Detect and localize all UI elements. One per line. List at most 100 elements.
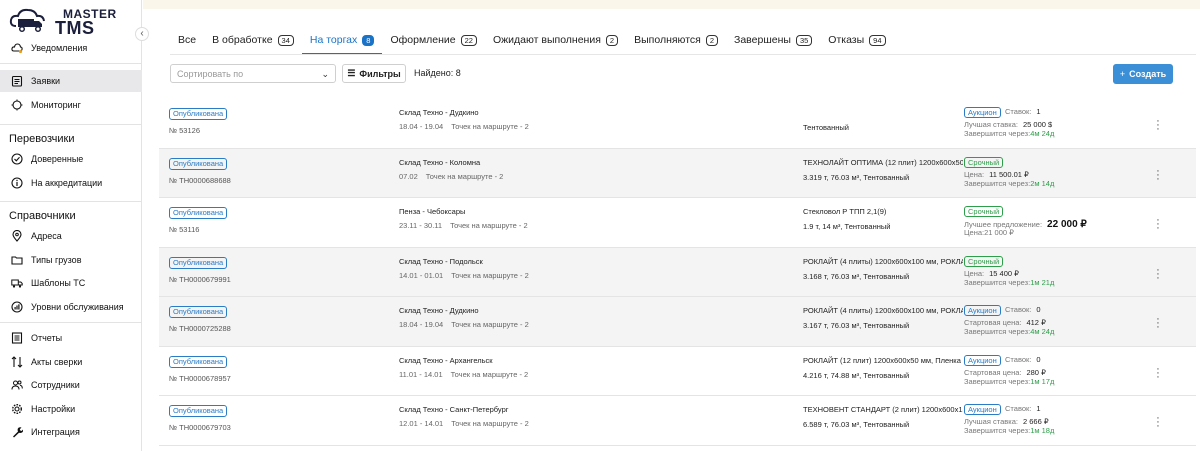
gear-icon [10,403,23,416]
more-vertical-icon[interactable]: · · · [1154,363,1162,382]
sidebar-item-reconciliation[interactable]: Акты сверки [0,351,142,373]
tab-refusals[interactable]: Отказы 94 [820,28,893,52]
price-label: Цена: [964,169,985,179]
truck-icon [10,277,23,290]
tender-type-tag: Аукцион [964,404,1001,415]
sidebar-item-label: Адреса [31,231,62,241]
filter-lines-icon: ☰ [347,68,356,78]
table-row[interactable]: Опубликована № ТН0000679991 Склад Техно - … [159,247,1196,297]
route: Склад Техно - Архангельск [399,355,493,365]
sort-select[interactable]: Сортировать по ⌄ [170,64,336,83]
more-vertical-icon[interactable]: · · · [1154,314,1162,333]
sidebar-item-notifications[interactable]: Уведомления [0,37,142,59]
more-vertical-icon[interactable]: · · · [1154,413,1162,432]
tab-in-progress[interactable]: Выполняются 2 [626,28,726,52]
folder-icon [10,254,23,267]
deadline-value: 1м 21д [1030,277,1055,287]
cargo-details: 4.216 т, 74.88 м³, Тентованный [803,370,910,380]
route-points: Точек на маршруте - 2 [451,320,529,329]
crosshair-icon [10,99,23,112]
tab-all[interactable]: Все [170,28,204,52]
tender-type-tag: Аукцион [964,305,1001,316]
dates: 18.04 - 19.04 [399,122,444,131]
sidebar-item-accreditation[interactable]: На аккредитации [0,172,142,194]
sidebar-item-integration[interactable]: Интеграция [0,421,142,443]
price-line: Стартовая цена: 280 ₽ [964,368,1046,377]
tab-count-badge: 22 [460,34,477,46]
create-button[interactable]: + Создать [1113,64,1173,84]
table-row[interactable]: Опубликована № ТН0000679703 Склад Техно - … [159,396,1196,446]
cloud-bell-icon [10,42,23,55]
sidebar-item-addresses[interactable]: Адреса [0,225,142,247]
price-value: 280 ₽ [1026,367,1046,377]
price-line: Стартовая цена: 412 ₽ [964,318,1046,327]
sidebar-item-vehicle-templates[interactable]: Шаблоны ТС [0,272,142,294]
tab-processing[interactable]: В обработке 34 [204,28,302,52]
table-row[interactable]: Опубликована № 53126 Склад Техно - Дудкино… [159,99,1196,149]
sidebar-item-trusted[interactable]: Доверенные [0,148,142,170]
tab-registration[interactable]: Оформление 22 [382,28,485,52]
deadline-value: 21 000 ₽ [984,228,1014,237]
sidebar-item-label: Шаблоны ТС [31,278,86,288]
price-label: Лучшая ставка: [964,120,1018,129]
dates: 07.02 [399,171,418,181]
tender-type-tag: Аукцион [964,107,1001,118]
requests-list: Опубликована № 53126 Склад Техно - Дудкино… [159,99,1196,446]
dates-block: 14.01 - 01.01 Точек на маршруте - 2 [399,271,529,280]
tab-on-tender[interactable]: На торгах 8 [301,28,383,55]
dates: 18.04 - 19.04 [399,320,444,329]
deadline-line: Завершится через:1м 18д [964,426,1054,435]
request-number: № ТН0000679991 [169,274,231,284]
stakes-value: 1 [1036,107,1041,116]
more-vertical-icon[interactable]: · · · [1154,116,1162,135]
price-value: 2 666 ₽ [1022,417,1049,426]
more-vertical-icon[interactable]: · · · [1154,264,1162,283]
tab-label: Отказы [828,34,865,46]
request-number: № 53126 [169,126,200,135]
sidebar: MASTER TMS ‹ Уведомления Заявки Монитори… [0,0,149,451]
request-number: № ТН0000688688 [169,175,231,185]
sidebar-item-cargo-types[interactable]: Типы грузов [0,249,142,271]
dates: 23.11 - 30.11 [399,221,443,230]
sidebar-item-requests[interactable]: Заявки [0,70,142,92]
sidebar-item-employees[interactable]: Сотрудники [0,374,142,396]
table-row[interactable]: Опубликована № ТН0000725288 Склад Техно - … [159,297,1196,347]
more-vertical-icon[interactable]: · · · [1154,165,1162,184]
sidebar-item-monitoring[interactable]: Мониторинг [0,94,142,116]
tab-count-badge: 2 [705,34,718,46]
create-label: Создать [1129,69,1167,79]
deadline-line: Завершится через:1м 17д [964,377,1054,386]
filters-button[interactable]: ☰ Фильтры [342,64,406,83]
status-badge: Опубликована [169,108,228,120]
sidebar-divider [0,201,142,202]
table-row[interactable]: Опубликована № ТН0000688688 Склад Техно - … [159,148,1196,198]
deadline-label: Завершится через: [964,376,1031,386]
route-points: Точек на маршруте - 2 [451,419,529,428]
price-line: Цена: 11 500.01 ₽ [964,170,1029,179]
cargo-details: 3.319 т, 76.03 м³, Тентованный [803,172,910,182]
tab-label: В обработке [212,34,273,46]
cargo-details: 3.167 т, 76.03 м³, Тентованный [803,321,910,330]
sidebar-item-reports[interactable]: Отчеты [0,327,142,349]
tab-awaiting[interactable]: Ожидают выполнения 2 [485,28,626,52]
filters-label: Фильтры [359,68,401,79]
more-vertical-icon[interactable]: · · · [1154,215,1162,234]
stakes-label: Ставок: [1005,107,1032,116]
sidebar-item-service-levels[interactable]: Уровни обслуживания [0,296,142,318]
route-points: Точек на маршруте - 2 [450,369,529,379]
price-value: 25 000 $ [1022,120,1053,129]
table-row[interactable]: Опубликована № ТН0000678957 Склад Техно - … [159,347,1196,396]
tender-type-tag: Срочный [964,206,1004,217]
dates-block: 18.04 - 19.04 Точек на маршруте - 2 [399,320,529,329]
tender-type-tag: Срочный [964,255,1004,267]
dates-block: 11.01 - 14.01 Точек на маршруте - 2 [399,370,528,379]
table-row[interactable]: Опубликована № 53116 Пенза - Чебоксары 23.1… [159,198,1196,248]
report-icon [10,332,23,345]
collapse-sidebar-button[interactable]: ‹ [135,27,149,41]
tab-completed[interactable]: Завершены 35 [726,28,820,52]
stakes-count: Ставок: 0 [1005,355,1041,364]
sidebar-item-settings[interactable]: Настройки [0,398,142,420]
dates: 14.01 - 01.01 [399,270,444,280]
sidebar-item-label: Заявки [31,76,61,86]
route-points: Точек на маршруте - 2 [451,122,529,131]
